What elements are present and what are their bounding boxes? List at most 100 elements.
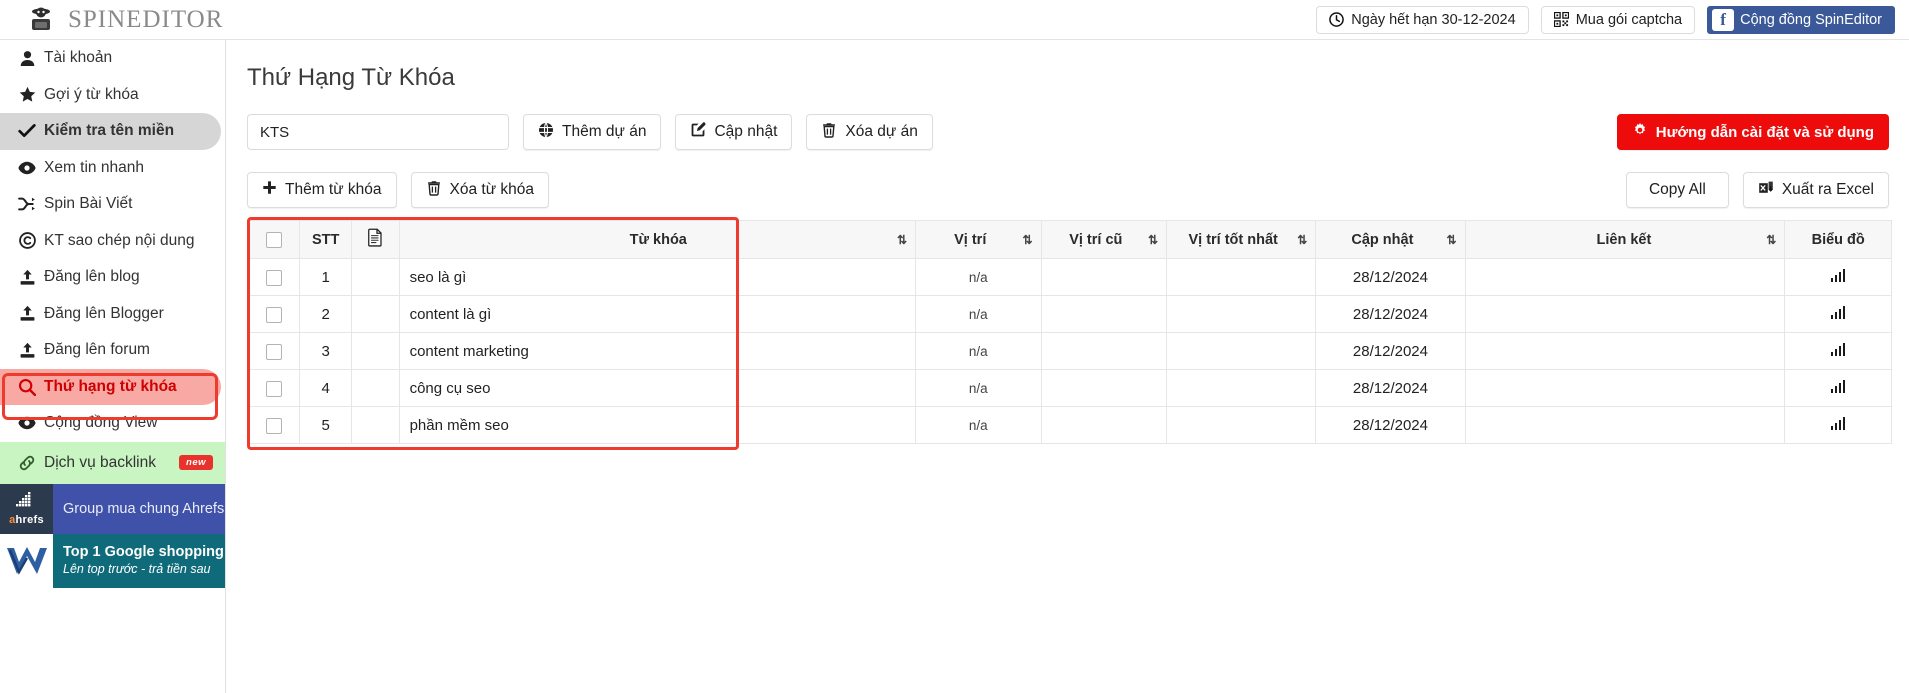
th-old-position[interactable]: Vị trí cũ ⇅ [1040, 220, 1168, 259]
cell-document[interactable] [351, 258, 400, 296]
cell-link[interactable] [1464, 258, 1786, 296]
cell-chart[interactable] [1784, 295, 1892, 333]
cell-select[interactable] [246, 406, 301, 444]
document-icon [367, 228, 384, 251]
bar-chart-icon[interactable] [1830, 305, 1846, 319]
sort-icon[interactable]: ⇅ [1447, 234, 1457, 246]
sidebar-item-goi-y-tu-khoa[interactable]: Gợi ý từ khóa [0, 77, 225, 114]
add-project-button[interactable]: Thêm dự án [523, 114, 662, 150]
bar-chart-icon[interactable] [1830, 268, 1846, 282]
cell-select[interactable] [246, 369, 301, 407]
bar-chart-icon[interactable] [1830, 379, 1846, 393]
sidebar-item-tai-khoan[interactable]: Tài khoản [0, 40, 225, 77]
page-title: Thứ Hạng Từ Khóa [247, 64, 455, 91]
export-excel-label: Xuất ra Excel [1781, 181, 1874, 198]
facebook-icon: f [1712, 8, 1735, 31]
project-name-input[interactable] [247, 114, 509, 150]
export-excel-button[interactable]: Xuất ra Excel [1742, 172, 1889, 208]
sidebar-item-cong-dong-view[interactable]: Cộng đồng View [0, 405, 225, 442]
cell-document[interactable] [351, 406, 400, 444]
sidebar-item-spin-bai-viet[interactable]: Spin Bài Viết [0, 186, 225, 223]
cell-select[interactable] [246, 295, 301, 333]
table-row[interactable]: 1 seo là gì n/a 28/12/2024 [246, 258, 1892, 296]
th-keyword[interactable]: Từ khóa ⇅ [398, 220, 917, 259]
sidebar-item-label: Dịch vụ backlink [44, 453, 156, 471]
buy-captcha-button[interactable]: Mua gói captcha [1540, 5, 1696, 34]
keyword-toolbar: Thêm từ khóa Xóa từ khóa Copy All Xuất r… [227, 172, 1909, 208]
th-label: Vị trí [954, 231, 987, 248]
cell-updated: 28/12/2024 [1315, 406, 1466, 444]
guide-button[interactable]: Hướng dẫn cài đặt và sử dụng [1616, 114, 1889, 150]
sort-icon[interactable]: ⇅ [1766, 234, 1776, 246]
cell-best-position [1166, 258, 1317, 296]
cell-select[interactable] [246, 332, 301, 370]
cell-chart[interactable] [1784, 369, 1892, 407]
table-row[interactable]: 3 content marketing n/a 28/12/2024 [246, 332, 1892, 370]
th-label: Vị trí tốt nhất [1188, 231, 1278, 248]
sidebar-item-kt-sao-chep-noi-dung[interactable]: KT sao chép nội dung [0, 223, 225, 260]
expiry-date-button[interactable]: Ngày hết hạn 30-12-2024 [1316, 5, 1529, 34]
promo-banner-google-shopping[interactable]: Top 1 Google shopping Lên top trước - tr… [0, 533, 225, 588]
facebook-community-button[interactable]: f Cộng đồng SpinEditor [1707, 5, 1895, 34]
sort-icon[interactable]: ⇅ [1148, 234, 1158, 246]
th-best-position[interactable]: Vị trí tốt nhất ⇅ [1166, 220, 1317, 259]
cell-link[interactable] [1464, 369, 1786, 407]
delete-keyword-button[interactable]: Xóa từ khóa [410, 172, 550, 208]
brand-logo-area[interactable]: SPINEDITOR [26, 5, 223, 35]
cell-link[interactable] [1464, 332, 1786, 370]
row-checkbox[interactable] [265, 269, 282, 286]
row-checkbox[interactable] [265, 417, 282, 434]
th-link[interactable]: Liên kết ⇅ [1464, 220, 1786, 259]
cell-document[interactable] [351, 332, 400, 370]
cell-keyword: công cụ seo [398, 369, 917, 407]
cell-link[interactable] [1464, 295, 1786, 333]
sidebar-item-dang-len-blogger[interactable]: Đăng lên Blogger [0, 296, 225, 333]
sidebar-item-dang-len-forum[interactable]: Đăng lên forum [0, 332, 225, 369]
th-select-all[interactable] [246, 220, 301, 259]
cell-document[interactable] [351, 295, 400, 333]
top-header-bar: SPINEDITOR Ngày hết hạn 30-12-2024 Mua g… [0, 0, 1909, 40]
row-checkbox[interactable] [265, 343, 282, 360]
cell-link[interactable] [1464, 406, 1786, 444]
cell-chart[interactable] [1784, 406, 1892, 444]
table-row[interactable]: 5 phần mềm seo n/a 28/12/2024 [246, 406, 1892, 444]
row-checkbox[interactable] [265, 306, 282, 323]
cell-document[interactable] [351, 369, 400, 407]
sidebar-item-thu-hang-tu-khoa[interactable]: Thứ hạng từ khóa [0, 368, 221, 405]
keyword-ranking-table: STT Từ khóa ⇅ Vị trí ⇅ Vị trí cũ ⇅ Vị tr… [246, 220, 1892, 444]
table-row[interactable]: 4 công cụ seo n/a 28/12/2024 [246, 369, 1892, 407]
cell-keyword: content marketing [398, 332, 917, 370]
table-row[interactable]: 2 content là gì n/a 28/12/2024 [246, 295, 1892, 333]
cell-chart[interactable] [1784, 332, 1892, 370]
cell-chart[interactable] [1784, 258, 1892, 296]
sidebar-item-dich-vu-backlink[interactable]: Dịch vụ backlink new [0, 441, 225, 484]
ahrefs-logo-icon: ahrefs [0, 483, 53, 534]
cell-stt: 2 [299, 295, 353, 333]
select-all-checkbox[interactable] [265, 231, 282, 248]
cell-old-position [1040, 258, 1168, 296]
delete-project-button[interactable]: Xóa dự án [806, 114, 933, 150]
edit-icon [690, 121, 706, 143]
sort-icon[interactable]: ⇅ [1022, 234, 1032, 246]
row-checkbox[interactable] [265, 380, 282, 397]
update-button[interactable]: Cập nhật [675, 114, 793, 150]
sidebar-item-dang-len-blog[interactable]: Đăng lên blog [0, 259, 225, 296]
star-icon [10, 86, 44, 103]
cell-select[interactable] [246, 258, 301, 296]
th-label: Vị trí cũ [1069, 231, 1123, 248]
cell-old-position [1040, 332, 1168, 370]
sidebar-item-xem-tin-nhanh[interactable]: Xem tin nhanh [0, 150, 225, 187]
sidebar-item-kiem-tra-ten-mien[interactable]: Kiểm tra tên miền [0, 113, 221, 150]
th-updated[interactable]: Cập nhật ⇅ [1315, 220, 1466, 259]
th-position[interactable]: Vị trí ⇅ [915, 220, 1042, 259]
copy-all-button[interactable]: Copy All [1625, 172, 1729, 208]
bar-chart-icon[interactable] [1830, 416, 1846, 430]
sort-icon[interactable]: ⇅ [1297, 234, 1307, 246]
bar-chart-icon[interactable] [1830, 342, 1846, 356]
eye-icon [10, 159, 44, 177]
sort-icon[interactable]: ⇅ [897, 234, 907, 246]
promo-banner-ahrefs[interactable]: ahrefs Group mua chung Ahrefs [0, 483, 225, 534]
add-keyword-button[interactable]: Thêm từ khóa [247, 172, 397, 208]
th-document[interactable] [351, 220, 400, 259]
add-project-label: Thêm dự án [562, 123, 647, 140]
